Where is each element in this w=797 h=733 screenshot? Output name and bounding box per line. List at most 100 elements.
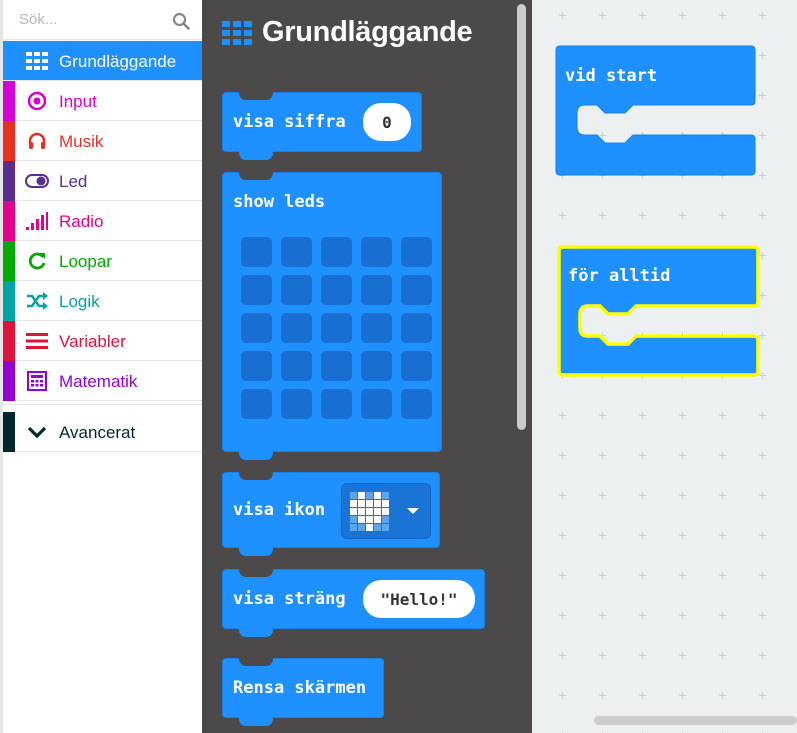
block-notch (239, 472, 273, 480)
category-color-bar (3, 412, 15, 452)
category-loops[interactable]: Loopar (3, 241, 202, 281)
led-cell[interactable] (361, 275, 392, 305)
category-input[interactable]: Input (3, 81, 202, 121)
grid-dot (559, 532, 566, 539)
grid-dot (719, 212, 726, 219)
led-cell[interactable] (281, 351, 312, 381)
toggle-icon (25, 170, 49, 192)
grid-dot (679, 532, 686, 539)
led-cell[interactable] (281, 237, 312, 267)
led-cell[interactable] (361, 351, 392, 381)
grid-dot (759, 612, 766, 619)
block-tab (239, 628, 273, 637)
block-label: visa ikon (233, 500, 326, 520)
category-math[interactable]: Matematik (3, 361, 202, 401)
led-cell[interactable] (401, 389, 432, 419)
search-input[interactable]: Sök... (19, 11, 57, 28)
block-notch (239, 172, 273, 180)
toolbox-separator (3, 400, 202, 405)
led-cell[interactable] (241, 313, 272, 343)
led-cell[interactable] (321, 313, 352, 343)
grid-dot (759, 212, 766, 219)
on-start-block[interactable]: vid start (555, 45, 757, 178)
show-icon-block[interactable]: visa ikon (222, 472, 440, 556)
led-cell[interactable] (361, 389, 392, 419)
grid-dot (559, 452, 566, 459)
category-led[interactable]: Led (3, 161, 202, 201)
led-cell[interactable] (401, 237, 432, 267)
grid-dot (559, 572, 566, 579)
grid-dot (599, 212, 606, 219)
led-cell[interactable] (321, 389, 352, 419)
grid-dot (679, 692, 686, 699)
block-label: show leds (233, 192, 326, 212)
led-cell[interactable] (321, 275, 352, 305)
flyout-title: Grundläggande (262, 16, 473, 48)
led-cell[interactable] (241, 275, 272, 305)
led-cell[interactable] (281, 389, 312, 419)
led-cell[interactable] (401, 351, 432, 381)
search-box[interactable]: Sök... (3, 0, 202, 40)
grid-dot (679, 492, 686, 499)
show-string-block[interactable]: visa sträng "Hello!" (222, 569, 485, 637)
led-cell[interactable] (401, 313, 432, 343)
grid-dot (559, 212, 566, 219)
forever-block[interactable]: för alltid (556, 244, 762, 378)
show-leds-block[interactable]: show leds (222, 172, 442, 460)
led-matrix[interactable] (241, 237, 433, 423)
dropdown-arrow-icon[interactable] (406, 506, 420, 516)
grid-dot (719, 412, 726, 419)
category-music[interactable]: Musik (3, 121, 202, 161)
category-radio[interactable]: Radio (3, 201, 202, 241)
search-icon[interactable] (172, 12, 190, 30)
shuffle-icon (25, 290, 49, 312)
toolbox: Sök... Grundläggande Input Musik Led Rad… (0, 0, 202, 733)
grid-dot (719, 652, 726, 659)
led-cell[interactable] (321, 237, 352, 267)
category-basic[interactable]: Grundläggande (3, 41, 202, 81)
led-cell[interactable] (281, 275, 312, 305)
clear-screen-block[interactable]: Rensa skärmen (222, 658, 384, 726)
category-variables[interactable]: Variabler (3, 321, 202, 361)
led-cell[interactable] (361, 313, 392, 343)
led-cell[interactable] (241, 237, 272, 267)
grid-icon (25, 50, 49, 72)
category-label: Input (59, 92, 97, 111)
led-cell[interactable] (281, 313, 312, 343)
grid-dot (719, 12, 726, 19)
workspace-scrollbar[interactable] (594, 716, 797, 725)
block-label: vid start (565, 66, 657, 86)
block-label: Rensa skärmen (233, 678, 367, 698)
category-color-bar (3, 321, 15, 361)
icon-picker[interactable] (341, 483, 431, 539)
grid-dot (599, 572, 606, 579)
block-tab (239, 717, 273, 726)
grid-dot (679, 612, 686, 619)
grid-dot (759, 52, 766, 59)
grid-dot (719, 612, 726, 619)
grid-dot (679, 12, 686, 19)
grid-dot (559, 652, 566, 659)
led-cell[interactable] (361, 237, 392, 267)
grid-dot (599, 452, 606, 459)
headphones-icon (25, 130, 49, 152)
string-input[interactable]: "Hello!" (363, 580, 475, 618)
led-cell[interactable] (241, 389, 272, 419)
grid-dot (599, 492, 606, 499)
category-logic[interactable]: Logik (3, 281, 202, 321)
grid-dot (759, 692, 766, 699)
flyout-scrollbar[interactable] (517, 4, 526, 430)
grid-dot (639, 612, 646, 619)
category-label: Logik (59, 292, 100, 311)
grid-dot (639, 532, 646, 539)
category-advanced[interactable]: Avancerat (3, 412, 202, 452)
number-input[interactable]: 0 (363, 103, 411, 141)
led-cell[interactable] (321, 351, 352, 381)
refresh-icon (25, 250, 49, 272)
grid-dot (759, 452, 766, 459)
led-cell[interactable] (241, 351, 272, 381)
block-flyout: Grundläggande visa siffra 0 show leds vi… (202, 0, 532, 733)
grid-dot (559, 612, 566, 619)
show-number-block[interactable]: visa siffra 0 (222, 92, 422, 160)
led-cell[interactable] (401, 275, 432, 305)
